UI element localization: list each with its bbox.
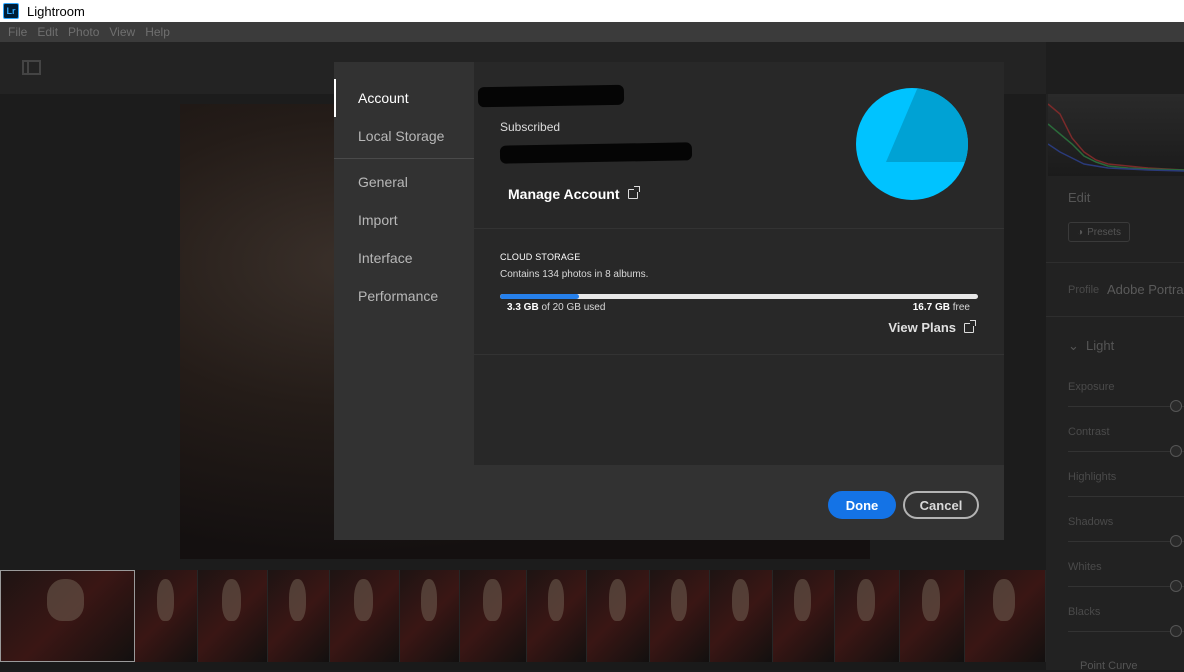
bottom-status-strip <box>0 662 1046 670</box>
preferences-dialog: Account Local Storage General Import Int… <box>334 62 1004 540</box>
nav-item-general[interactable]: General <box>358 174 408 190</box>
slider-whites-track[interactable] <box>1068 586 1184 587</box>
filmstrip-thumbnail[interactable] <box>965 570 1046 662</box>
slider-exposure-handle[interactable] <box>1170 400 1182 412</box>
presets-label: Presets <box>1087 226 1121 238</box>
view-plans-label: View Plans <box>888 320 956 335</box>
storage-used-text: 3.3 GB of 20 GB used <box>507 302 605 313</box>
cancel-button[interactable]: Cancel <box>903 491 979 519</box>
point-curve-title[interactable]: Point Curve <box>1080 660 1137 672</box>
redacted-account-name <box>477 84 625 108</box>
profile-value[interactable]: Adobe Portra <box>1107 282 1184 297</box>
filmstrip-thumbnail[interactable] <box>268 570 330 662</box>
done-button[interactable]: Done <box>828 491 896 519</box>
slider-blacks-label: Blacks <box>1068 606 1101 618</box>
presets-button[interactable]: ◑ Presets <box>1068 222 1130 242</box>
slider-contrast-track[interactable] <box>1068 451 1184 452</box>
view-plans-link[interactable]: View Plans <box>888 319 976 335</box>
sidebar-toggle-icon[interactable] <box>22 60 41 75</box>
nav-item-account[interactable]: Account <box>358 90 409 106</box>
filmstrip-thumbnail[interactable] <box>527 570 587 662</box>
slider-whites-handle[interactable] <box>1170 580 1182 592</box>
edit-title: Edit <box>1068 190 1091 205</box>
nav-item-local-storage[interactable]: Local Storage <box>358 128 444 144</box>
panel-divider <box>1046 316 1184 317</box>
menu-photo[interactable]: Photo <box>68 25 99 39</box>
slider-highlights-label: Highlights <box>1068 471 1117 483</box>
slider-contrast-handle[interactable] <box>1170 445 1182 457</box>
storage-usage-bar <box>500 294 978 299</box>
subscription-status: Subscribed <box>500 120 561 134</box>
slider-exposure-track[interactable] <box>1068 406 1184 407</box>
histogram-graph <box>1047 103 1184 172</box>
menu-view[interactable]: View <box>109 25 135 39</box>
nav-divider <box>334 158 474 159</box>
menu-file[interactable]: File <box>8 25 27 39</box>
manage-account-label: Manage Account <box>508 186 620 202</box>
slider-exposure-label: Exposure <box>1068 381 1115 393</box>
cloud-storage-description: Contains 134 photos in 8 albums. <box>500 269 649 280</box>
menu-help[interactable]: Help <box>145 25 170 39</box>
presets-icon: ◑ <box>1077 226 1084 238</box>
slider-whites-label: Whites <box>1068 561 1102 573</box>
filmstrip-thumbnail[interactable] <box>330 570 400 662</box>
storage-free-amount: 16.7 GB <box>912 302 950 313</box>
filmstrip-thumbnail[interactable] <box>198 570 268 662</box>
filmstrip <box>0 570 1046 662</box>
nav-item-interface[interactable]: Interface <box>358 250 412 266</box>
section-divider <box>474 228 1004 229</box>
slider-shadows-handle[interactable] <box>1170 535 1182 547</box>
avatar <box>856 88 968 200</box>
menu-edit[interactable]: Edit <box>37 25 58 39</box>
manage-account-link[interactable]: Manage Account <box>508 186 640 202</box>
panel-divider <box>1046 262 1184 263</box>
light-section-title[interactable]: Light <box>1086 338 1114 353</box>
filmstrip-thumbnail[interactable] <box>587 570 650 662</box>
nav-active-indicator <box>334 79 336 117</box>
storage-used-suffix: of 20 GB used <box>538 302 606 313</box>
filmstrip-thumbnail[interactable] <box>900 570 965 662</box>
filmstrip-thumbnail[interactable] <box>135 570 198 662</box>
preferences-nav: Account Local Storage General Import Int… <box>334 62 474 540</box>
slider-shadows-track[interactable] <box>1068 541 1184 542</box>
storage-free-suffix: free <box>949 302 970 313</box>
filmstrip-thumbnail[interactable] <box>773 570 835 662</box>
storage-used-amount: 3.3 GB <box>507 302 539 313</box>
menu-bar: File Edit Photo View Help <box>0 22 1184 42</box>
storage-usage-fill <box>500 294 579 299</box>
section-divider <box>474 354 1004 355</box>
redacted-email <box>499 142 693 164</box>
filmstrip-thumbnail[interactable] <box>710 570 773 662</box>
cloud-storage-title: CLOUD STORAGE <box>500 252 581 262</box>
account-content: Subscribed Manage Account CLOUD STORAGE … <box>474 62 1004 465</box>
filmstrip-thumbnail[interactable] <box>400 570 460 662</box>
profile-label: Profile <box>1068 284 1100 296</box>
window-title: Lightroom <box>27 3 85 19</box>
filmstrip-thumbnail[interactable] <box>835 570 900 662</box>
title-bar: Lr Lightroom <box>0 0 1184 22</box>
slider-blacks-track[interactable] <box>1068 631 1184 632</box>
slider-highlights-track[interactable] <box>1068 496 1184 497</box>
slider-contrast-label: Contrast <box>1068 426 1110 438</box>
filmstrip-thumbnail[interactable] <box>0 570 135 662</box>
external-link-icon <box>627 186 640 199</box>
filmstrip-thumbnail[interactable] <box>650 570 710 662</box>
slider-shadows-label: Shadows <box>1068 516 1114 528</box>
filmstrip-thumbnail[interactable] <box>460 570 527 662</box>
nav-item-import[interactable]: Import <box>358 212 398 228</box>
nav-item-performance[interactable]: Performance <box>358 288 438 304</box>
avatar-shape <box>886 88 968 162</box>
lightroom-app-icon: Lr <box>3 3 19 19</box>
chevron-down-icon[interactable]: ⌄ <box>1068 338 1079 354</box>
slider-blacks-handle[interactable] <box>1170 625 1182 637</box>
storage-free-text: 16.7 GB free <box>913 302 970 313</box>
histogram <box>1047 94 1184 176</box>
edit-panel: Edit ◑ Presets Profile Adobe Portra ⌄ Li… <box>1046 94 1184 672</box>
external-link-icon <box>964 319 976 333</box>
